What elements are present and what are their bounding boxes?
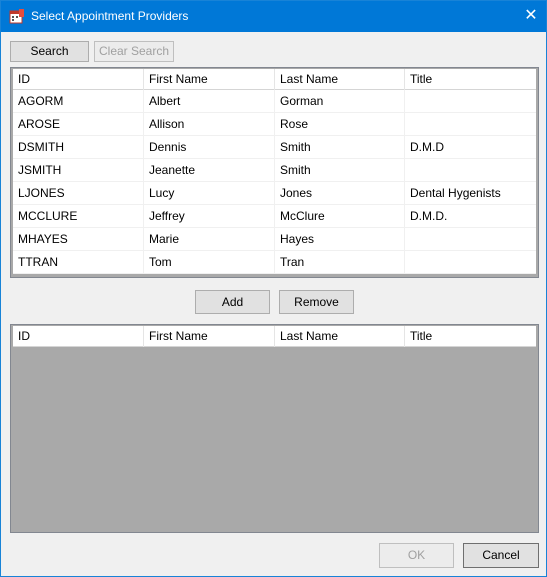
table-row[interactable]: LJONES Lucy Jones Dental Hygenists: [13, 182, 536, 205]
window-title: Select Appointment Providers: [31, 9, 189, 23]
column-header-title[interactable]: Title: [405, 69, 536, 90]
providers-grid-header: ID First Name Last Name Title: [13, 69, 536, 90]
providers-rows: AGORM Albert Gorman AROSE Allison Rose DSMITH D…: [13, 90, 536, 274]
cell-last-name[interactable]: Tran: [275, 251, 405, 274]
cell-last-name[interactable]: Smith: [275, 159, 405, 182]
cell-first-name[interactable]: Jeanette: [144, 159, 275, 182]
cell-title[interactable]: [405, 228, 536, 251]
column-header-last-name[interactable]: Last Name: [275, 326, 405, 347]
cell-last-name[interactable]: Gorman: [275, 90, 405, 113]
cell-id[interactable]: JSMITH: [13, 159, 144, 182]
table-row[interactable]: DSMITH Dennis Smith D.M.D: [13, 136, 536, 159]
column-header-id[interactable]: ID: [13, 69, 144, 90]
cell-title[interactable]: Dental Hygenists: [405, 182, 536, 205]
cell-first-name[interactable]: Dennis: [144, 136, 275, 159]
table-row[interactable]: MCCLURE Jeffrey McClure D.M.D.: [13, 205, 536, 228]
cell-id[interactable]: AGORM: [13, 90, 144, 113]
calendar-icon: [9, 9, 24, 24]
cell-last-name[interactable]: Hayes: [275, 228, 405, 251]
cell-title[interactable]: [405, 90, 536, 113]
title-bar[interactable]: Select Appointment Providers ✕: [1, 1, 546, 32]
column-header-first-name[interactable]: First Name: [144, 69, 275, 90]
remove-button[interactable]: Remove: [279, 290, 354, 314]
dialog-window: Select Appointment Providers ✕ Search Cl…: [0, 0, 547, 577]
cell-id[interactable]: MCCLURE: [13, 205, 144, 228]
providers-grid[interactable]: ID First Name Last Name Title AGORM Alber…: [10, 67, 539, 278]
cell-last-name[interactable]: Smith: [275, 136, 405, 159]
cell-first-name[interactable]: Lucy: [144, 182, 275, 205]
cell-title[interactable]: [405, 251, 536, 274]
add-button[interactable]: Add: [195, 290, 270, 314]
table-row[interactable]: JSMITH Jeanette Smith: [13, 159, 536, 182]
cell-title[interactable]: D.M.D.: [405, 205, 536, 228]
cell-id[interactable]: LJONES: [13, 182, 144, 205]
column-header-first-name[interactable]: First Name: [144, 326, 275, 347]
cell-last-name[interactable]: Rose: [275, 113, 405, 136]
column-header-id[interactable]: ID: [13, 326, 144, 347]
cell-last-name[interactable]: Jones: [275, 182, 405, 205]
cell-first-name[interactable]: Jeffrey: [144, 205, 275, 228]
cancel-button[interactable]: Cancel: [463, 543, 539, 568]
cell-last-name[interactable]: McClure: [275, 205, 405, 228]
table-row[interactable]: AROSE Allison Rose: [13, 113, 536, 136]
cell-id[interactable]: DSMITH: [13, 136, 144, 159]
selected-grid-header: ID First Name Last Name Title: [13, 326, 536, 347]
cell-title[interactable]: [405, 159, 536, 182]
cell-first-name[interactable]: Albert: [144, 90, 275, 113]
table-row[interactable]: AGORM Albert Gorman: [13, 90, 536, 113]
cell-id[interactable]: TTRAN: [13, 251, 144, 274]
table-row[interactable]: TTRAN Tom Tran: [13, 251, 536, 274]
table-row[interactable]: MHAYES Marie Hayes: [13, 228, 536, 251]
column-header-title[interactable]: Title: [405, 326, 536, 347]
ok-button[interactable]: OK: [379, 543, 454, 568]
column-header-last-name[interactable]: Last Name: [275, 69, 405, 90]
cell-first-name[interactable]: Allison: [144, 113, 275, 136]
cell-first-name[interactable]: Tom: [144, 251, 275, 274]
cell-first-name[interactable]: Marie: [144, 228, 275, 251]
cell-id[interactable]: MHAYES: [13, 228, 144, 251]
cell-title[interactable]: D.M.D: [405, 136, 536, 159]
cell-title[interactable]: [405, 113, 536, 136]
cell-id[interactable]: AROSE: [13, 113, 144, 136]
close-icon[interactable]: ✕: [516, 1, 546, 31]
selected-providers-grid[interactable]: ID First Name Last Name Title: [10, 324, 539, 533]
clear-search-button[interactable]: Clear Search: [94, 41, 174, 62]
search-button[interactable]: Search: [10, 41, 89, 62]
